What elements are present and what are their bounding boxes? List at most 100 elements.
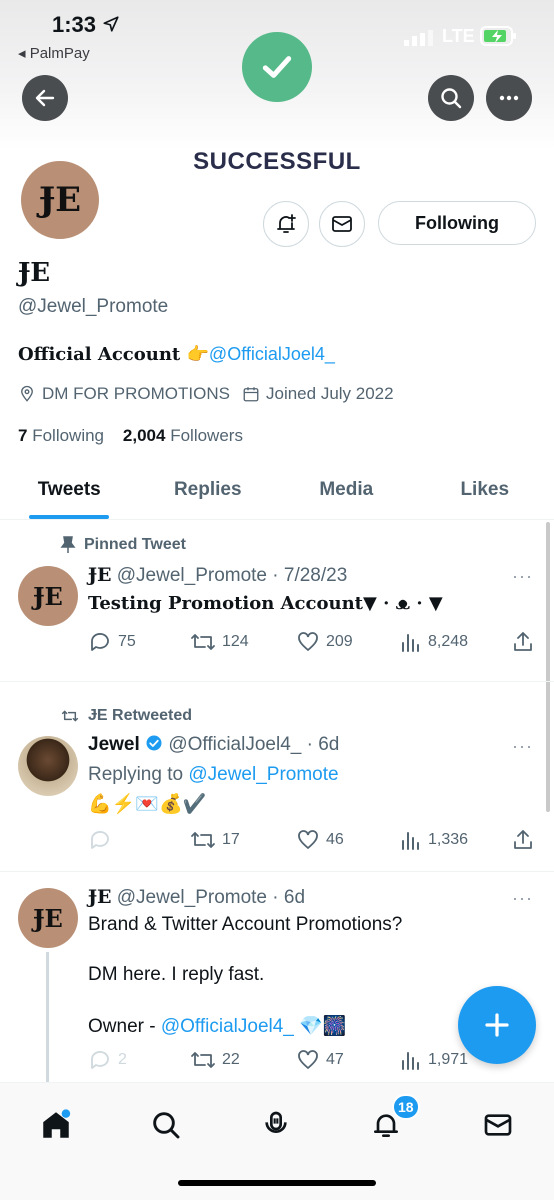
replying-to: Replying to @Jewel_Promote	[88, 764, 339, 785]
search-icon	[153, 1112, 180, 1139]
success-check-badge	[242, 32, 312, 102]
tweet-divider	[0, 871, 554, 872]
following-stat[interactable]: 7 Following	[18, 426, 104, 445]
tweet-header: ɈE @Jewel_Promote · 6d	[88, 886, 306, 908]
reply-button[interactable]: 75	[88, 630, 136, 654]
share-icon	[514, 830, 532, 849]
tab-replies[interactable]: Replies	[139, 460, 278, 519]
joined-text: Joined July 2022	[266, 384, 394, 403]
home-icon	[43, 1109, 71, 1138]
envelope-icon	[484, 1114, 512, 1136]
search-button[interactable]	[428, 75, 474, 121]
follow-stats: 7 Following 2,004 Followers	[18, 426, 243, 446]
bio-mention-link[interactable]: @OfficialJoel4_	[209, 344, 335, 364]
nav-messages[interactable]	[478, 1105, 518, 1145]
nav-spaces[interactable]	[256, 1105, 296, 1145]
location-pin-icon	[21, 385, 33, 402]
replying-to-link[interactable]: @Jewel_Promote	[188, 764, 338, 785]
bell-plus-icon	[277, 214, 296, 233]
share-button[interactable]	[512, 829, 534, 851]
battery-icon	[480, 26, 518, 51]
status-time: 1:33	[52, 12, 120, 38]
profile-display-name: ɈE	[18, 258, 51, 288]
location-text: DM FOR PROMOTIONS	[42, 384, 230, 403]
tweet-header: ɈE @Jewel_Promote · 7/28/23	[88, 564, 348, 586]
verified-badge-icon	[146, 735, 162, 751]
tweet-text-line1: Brand & Twitter Account Promotions?	[88, 914, 403, 935]
envelope-icon	[332, 216, 352, 232]
like-button[interactable]: 209	[296, 630, 353, 654]
retweet-button[interactable]: 124	[190, 630, 249, 654]
message-button[interactable]	[319, 201, 365, 247]
search-icon	[441, 88, 462, 109]
like-button[interactable]: 47	[296, 1048, 344, 1072]
profile-avatar[interactable]: ɈE	[18, 158, 102, 242]
tweet-avatar[interactable]: ɈE	[18, 566, 78, 626]
tab-likes[interactable]: Likes	[416, 460, 554, 519]
tab-tweets[interactable]: Tweets	[0, 460, 139, 519]
views-button[interactable]: 8,248	[400, 631, 468, 653]
profile-tabs: Tweets Replies Media Likes	[0, 460, 554, 520]
tweet-text: Testing Promotion Account▼ · ᴥ · ▼	[88, 593, 443, 614]
notifications-badge: 18	[392, 1094, 420, 1120]
reply-icon	[91, 831, 109, 849]
arrow-left-icon	[35, 89, 55, 107]
microphone-icon	[265, 1111, 287, 1133]
compose-tweet-button[interactable]	[458, 986, 536, 1064]
network-label: LTE	[442, 26, 475, 46]
back-button[interactable]	[22, 75, 68, 121]
reply-button[interactable]: 2	[88, 1048, 127, 1072]
retweet-small-icon	[61, 710, 79, 722]
profile-location: DM FOR PROMOTIONS	[18, 384, 230, 404]
calendar-icon	[243, 387, 259, 402]
profile-bio: Official Account 👉@OfficialJoel4_	[18, 344, 335, 365]
tweet-avatar[interactable]: ɈE	[18, 888, 78, 948]
tweet-more-button[interactable]: ···	[512, 566, 533, 587]
retweet-button[interactable]: 22	[190, 1048, 240, 1072]
tweet-actions: 75 124 209 8,248	[88, 630, 538, 654]
nav-home[interactable]	[36, 1105, 76, 1145]
more-horizontal-icon	[499, 95, 519, 101]
tweet-avatar[interactable]	[18, 736, 78, 796]
heart-icon	[298, 1050, 318, 1070]
views-chart-icon	[402, 832, 419, 850]
signal-icon	[404, 30, 434, 51]
tab-media[interactable]: Media	[277, 460, 416, 519]
bio-text: Official Account 👉	[18, 344, 209, 365]
notifications-subscribe-button[interactable]	[263, 201, 309, 247]
thread-line	[46, 952, 49, 1082]
retweet-icon	[191, 634, 215, 650]
tweet-more-button[interactable]: ···	[512, 736, 533, 757]
profile-joined: Joined July 2022	[242, 384, 394, 404]
like-button[interactable]: 46	[296, 828, 344, 852]
location-arrow-icon	[103, 16, 119, 32]
check-icon	[262, 56, 292, 78]
tweet-more-button[interactable]: ···	[512, 888, 533, 909]
share-button[interactable]	[512, 631, 534, 653]
views-chart-icon	[402, 634, 419, 652]
tweet-divider	[0, 681, 554, 682]
scrollbar[interactable]	[546, 522, 550, 812]
owner-mention-link[interactable]: @OfficialJoel4_	[161, 1016, 294, 1037]
more-options-button[interactable]	[486, 75, 532, 121]
views-chart-icon	[402, 1052, 419, 1070]
following-button[interactable]: Following	[378, 201, 536, 245]
back-to-app-link[interactable]: ◂ PalmPay	[18, 44, 90, 62]
reply-button[interactable]	[88, 828, 118, 852]
heart-icon	[298, 830, 318, 850]
views-button[interactable]: 1,971	[400, 1049, 468, 1071]
heart-icon	[298, 632, 318, 652]
tweet-text-line3: Owner - @OfficialJoel4_ 💎🎆	[88, 1016, 347, 1037]
views-button[interactable]: 1,336	[400, 829, 468, 851]
pin-icon	[60, 536, 76, 553]
share-icon	[514, 632, 532, 651]
tweet-text: 💪⚡💌💰✔️	[88, 794, 207, 815]
reply-icon	[91, 633, 109, 651]
retweet-button[interactable]: 17	[190, 828, 240, 852]
tweet-header: Jewel @OfficialJoel4_ · 6d	[88, 734, 340, 755]
retweet-icon	[191, 832, 215, 848]
retweet-icon	[191, 1052, 215, 1068]
nav-search[interactable]	[146, 1105, 186, 1145]
followers-stat[interactable]: 2,004 Followers	[123, 426, 243, 445]
home-indicator[interactable]	[178, 1180, 376, 1186]
